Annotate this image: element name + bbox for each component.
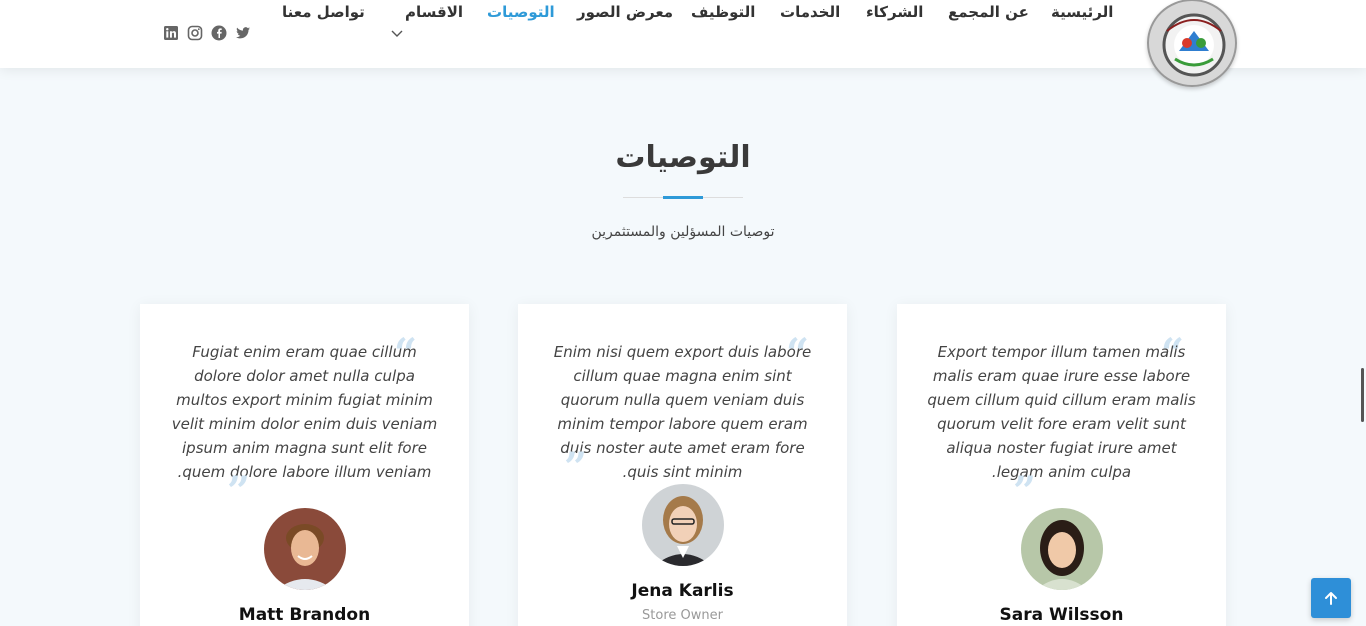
quote-close-icon: ” bbox=[227, 468, 251, 515]
person-name: Sara Wilsson bbox=[999, 605, 1124, 625]
nav-gallery[interactable]: معرض الصور bbox=[577, 0, 673, 24]
twitter-icon[interactable] bbox=[235, 25, 251, 41]
testimonial-card: “ Enim nisi quem export duis labore cill… bbox=[518, 304, 847, 626]
person-name: Matt Brandon bbox=[238, 605, 371, 625]
chevron-down-icon[interactable] bbox=[391, 29, 403, 39]
nav-home[interactable]: الرئيسية bbox=[1051, 0, 1113, 24]
avatar bbox=[642, 484, 724, 566]
quote-close-icon: ” bbox=[564, 444, 588, 491]
person-name: Jena Karlis bbox=[631, 581, 734, 601]
scrollbar-thumb[interactable] bbox=[1361, 368, 1364, 422]
testimonial-quote: Enim nisi quem export duis labore cillum… bbox=[553, 343, 812, 481]
testimonial-quote: Export tempor illum tamen malis malis er… bbox=[927, 343, 1196, 481]
nav-departments[interactable]: الاقسام bbox=[405, 0, 463, 24]
facebook-icon[interactable] bbox=[211, 25, 227, 41]
person-role: Store Owner bbox=[642, 608, 723, 623]
nav-contact[interactable]: تواصل معنا bbox=[282, 0, 365, 24]
section-subtitle: توصيات المسؤلين والمستثمرين bbox=[591, 224, 775, 240]
nav-partners[interactable]: الشركاء bbox=[866, 0, 923, 24]
nav-jobs[interactable]: التوظيف bbox=[691, 0, 755, 24]
nav-about[interactable]: عن المجمع bbox=[948, 0, 1029, 24]
quote-close-icon: ” bbox=[1013, 468, 1037, 515]
back-to-top-button[interactable] bbox=[1311, 578, 1351, 618]
avatar bbox=[1021, 508, 1103, 590]
nav-testimonials[interactable]: التوصيات bbox=[487, 0, 555, 24]
arrow-up-icon bbox=[1325, 592, 1337, 605]
avatar bbox=[264, 508, 346, 590]
nav-services[interactable]: الخدمات bbox=[780, 0, 840, 24]
title-accent-bar bbox=[663, 196, 703, 199]
testimonial-card: “ Fugiat enim eram quae cillum dolore do… bbox=[140, 304, 469, 626]
site-header: الرئيسية عن المجمع الشركاء الخدمات التوظ… bbox=[0, 0, 1366, 87]
testimonial-card: “ Export tempor illum tamen malis malis … bbox=[897, 304, 1226, 626]
section-title: التوصيات bbox=[615, 140, 751, 175]
testimonial-quote: Fugiat enim eram quae cillum dolore dolo… bbox=[171, 343, 438, 481]
instagram-icon[interactable] bbox=[187, 25, 203, 41]
linkedin-icon[interactable] bbox=[163, 25, 179, 41]
site-logo[interactable] bbox=[1147, 0, 1237, 87]
